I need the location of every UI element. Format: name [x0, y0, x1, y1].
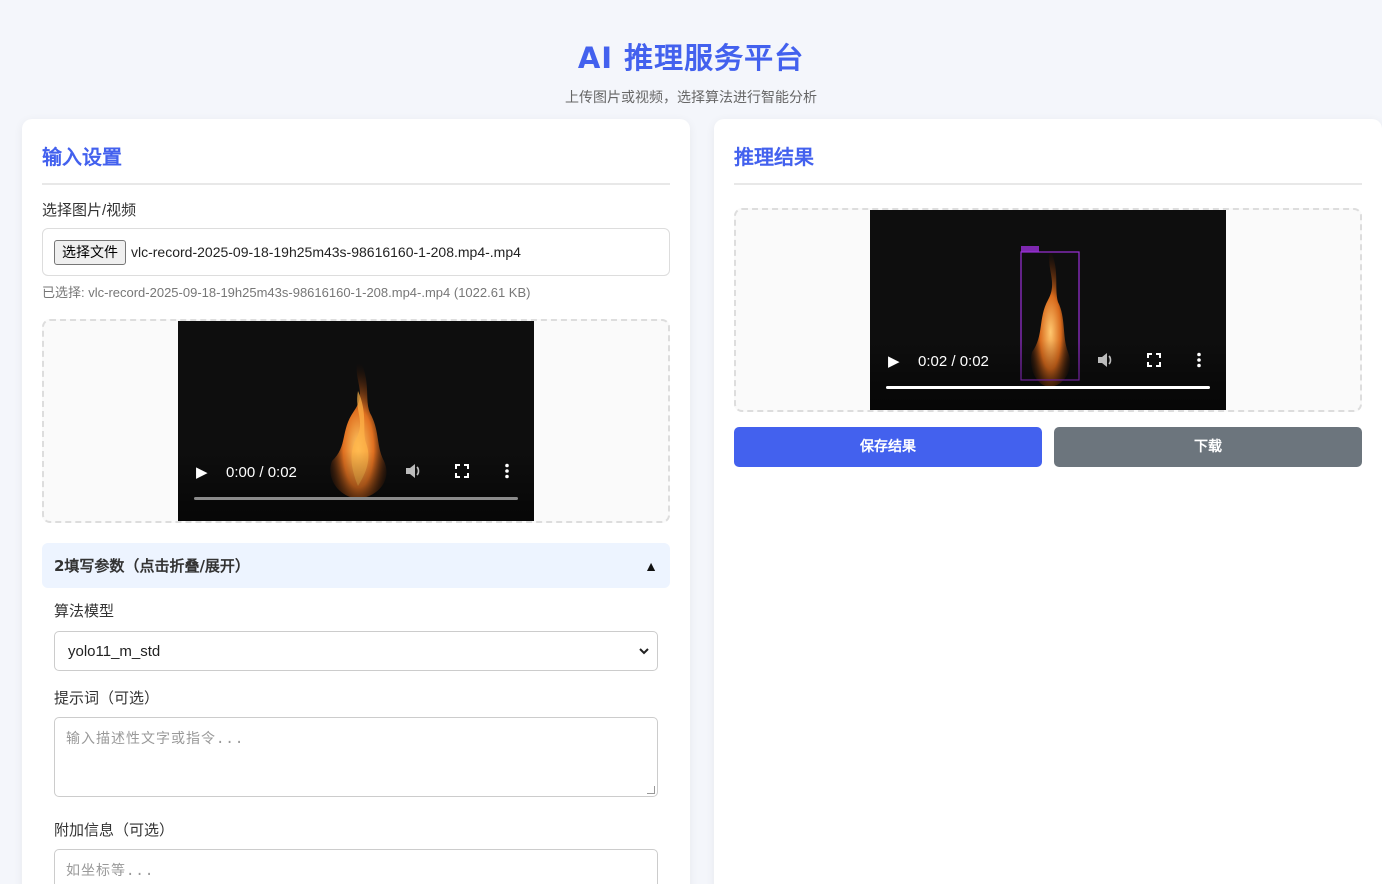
volume-icon[interactable] — [404, 462, 422, 485]
result-video-time: 0:02 / 0:02 — [918, 353, 989, 370]
choose-file-button[interactable]: 选择文件 — [54, 239, 126, 265]
triangle-up-icon: ▲ — [644, 557, 658, 574]
chevron-down-icon — [639, 644, 649, 658]
more-options-icon[interactable] — [1196, 352, 1202, 373]
fullscreen-icon[interactable] — [1146, 352, 1162, 373]
input-video-progress-track[interactable] — [194, 497, 518, 500]
resize-handle-icon[interactable] — [647, 786, 655, 794]
params-accordion-label: 2填写参数（点击折叠/展开） — [54, 557, 250, 575]
page-title: AI 推理服务平台 — [577, 41, 805, 75]
input-video-time: 0:00 / 0:02 — [226, 464, 297, 481]
selected-file-info: 已选择: vlc-record-2025-09-18-19h25m43s-986… — [42, 285, 531, 300]
result-video-progress-bar[interactable] — [886, 386, 1210, 389]
play-icon[interactable]: ▶ — [196, 464, 208, 482]
result-panel: 推理结果 ▶ 0:02 / 0:02 保存结果 下载 — [714, 119, 1382, 884]
page-header: AI 推理服务平台 上传图片或视频，选择算法进行智能分析 — [0, 0, 1382, 106]
page-subtitle: 上传图片或视频，选择算法进行智能分析 — [565, 89, 817, 105]
more-options-icon[interactable] — [504, 463, 510, 484]
prompt-textarea[interactable]: 输入描述性文字或指令... — [54, 717, 658, 797]
input-preview-area: ▶ 0:00 / 0:02 — [42, 319, 670, 523]
params-accordion-toggle[interactable]: 2填写参数（点击折叠/展开） ▲ — [42, 543, 670, 588]
input-video-player[interactable]: ▶ 0:00 / 0:02 — [178, 321, 534, 521]
fullscreen-icon[interactable] — [454, 463, 470, 484]
save-result-button[interactable]: 保存结果 — [734, 427, 1042, 467]
file-label: 选择图片/视频 — [42, 202, 137, 219]
volume-icon[interactable] — [1096, 351, 1114, 374]
extra-info-label: 附加信息（可选） — [54, 822, 175, 839]
input-settings-panel: 输入设置 选择图片/视频 选择文件 vlc-record-2025-09-18-… — [22, 119, 690, 884]
model-select[interactable]: yolo11_m_std — [54, 631, 658, 671]
extra-info-input[interactable]: 如坐标等... — [54, 849, 658, 884]
selected-file-name: vlc-record-2025-09-18-19h25m43s-98616160… — [131, 244, 521, 260]
result-video-player[interactable]: ▶ 0:02 / 0:02 — [870, 210, 1226, 410]
input-video-controls — [178, 451, 534, 521]
result-panel-title: 推理结果 — [734, 143, 1362, 185]
prompt-placeholder: 输入描述性文字或指令... — [66, 731, 245, 747]
input-panel-title: 输入设置 — [42, 143, 670, 185]
model-select-value: yolo11_m_std — [68, 642, 161, 660]
extra-info-placeholder: 如坐标等... — [66, 863, 155, 879]
result-video-controls — [870, 340, 1226, 410]
result-preview-area: ▶ 0:02 / 0:02 — [734, 208, 1362, 412]
prompt-label: 提示词（可选） — [54, 690, 160, 707]
model-label: 算法模型 — [54, 603, 115, 620]
download-button[interactable]: 下载 — [1054, 427, 1362, 467]
play-icon[interactable]: ▶ — [888, 353, 900, 371]
file-input[interactable]: 选择文件 vlc-record-2025-09-18-19h25m43s-986… — [42, 228, 670, 276]
